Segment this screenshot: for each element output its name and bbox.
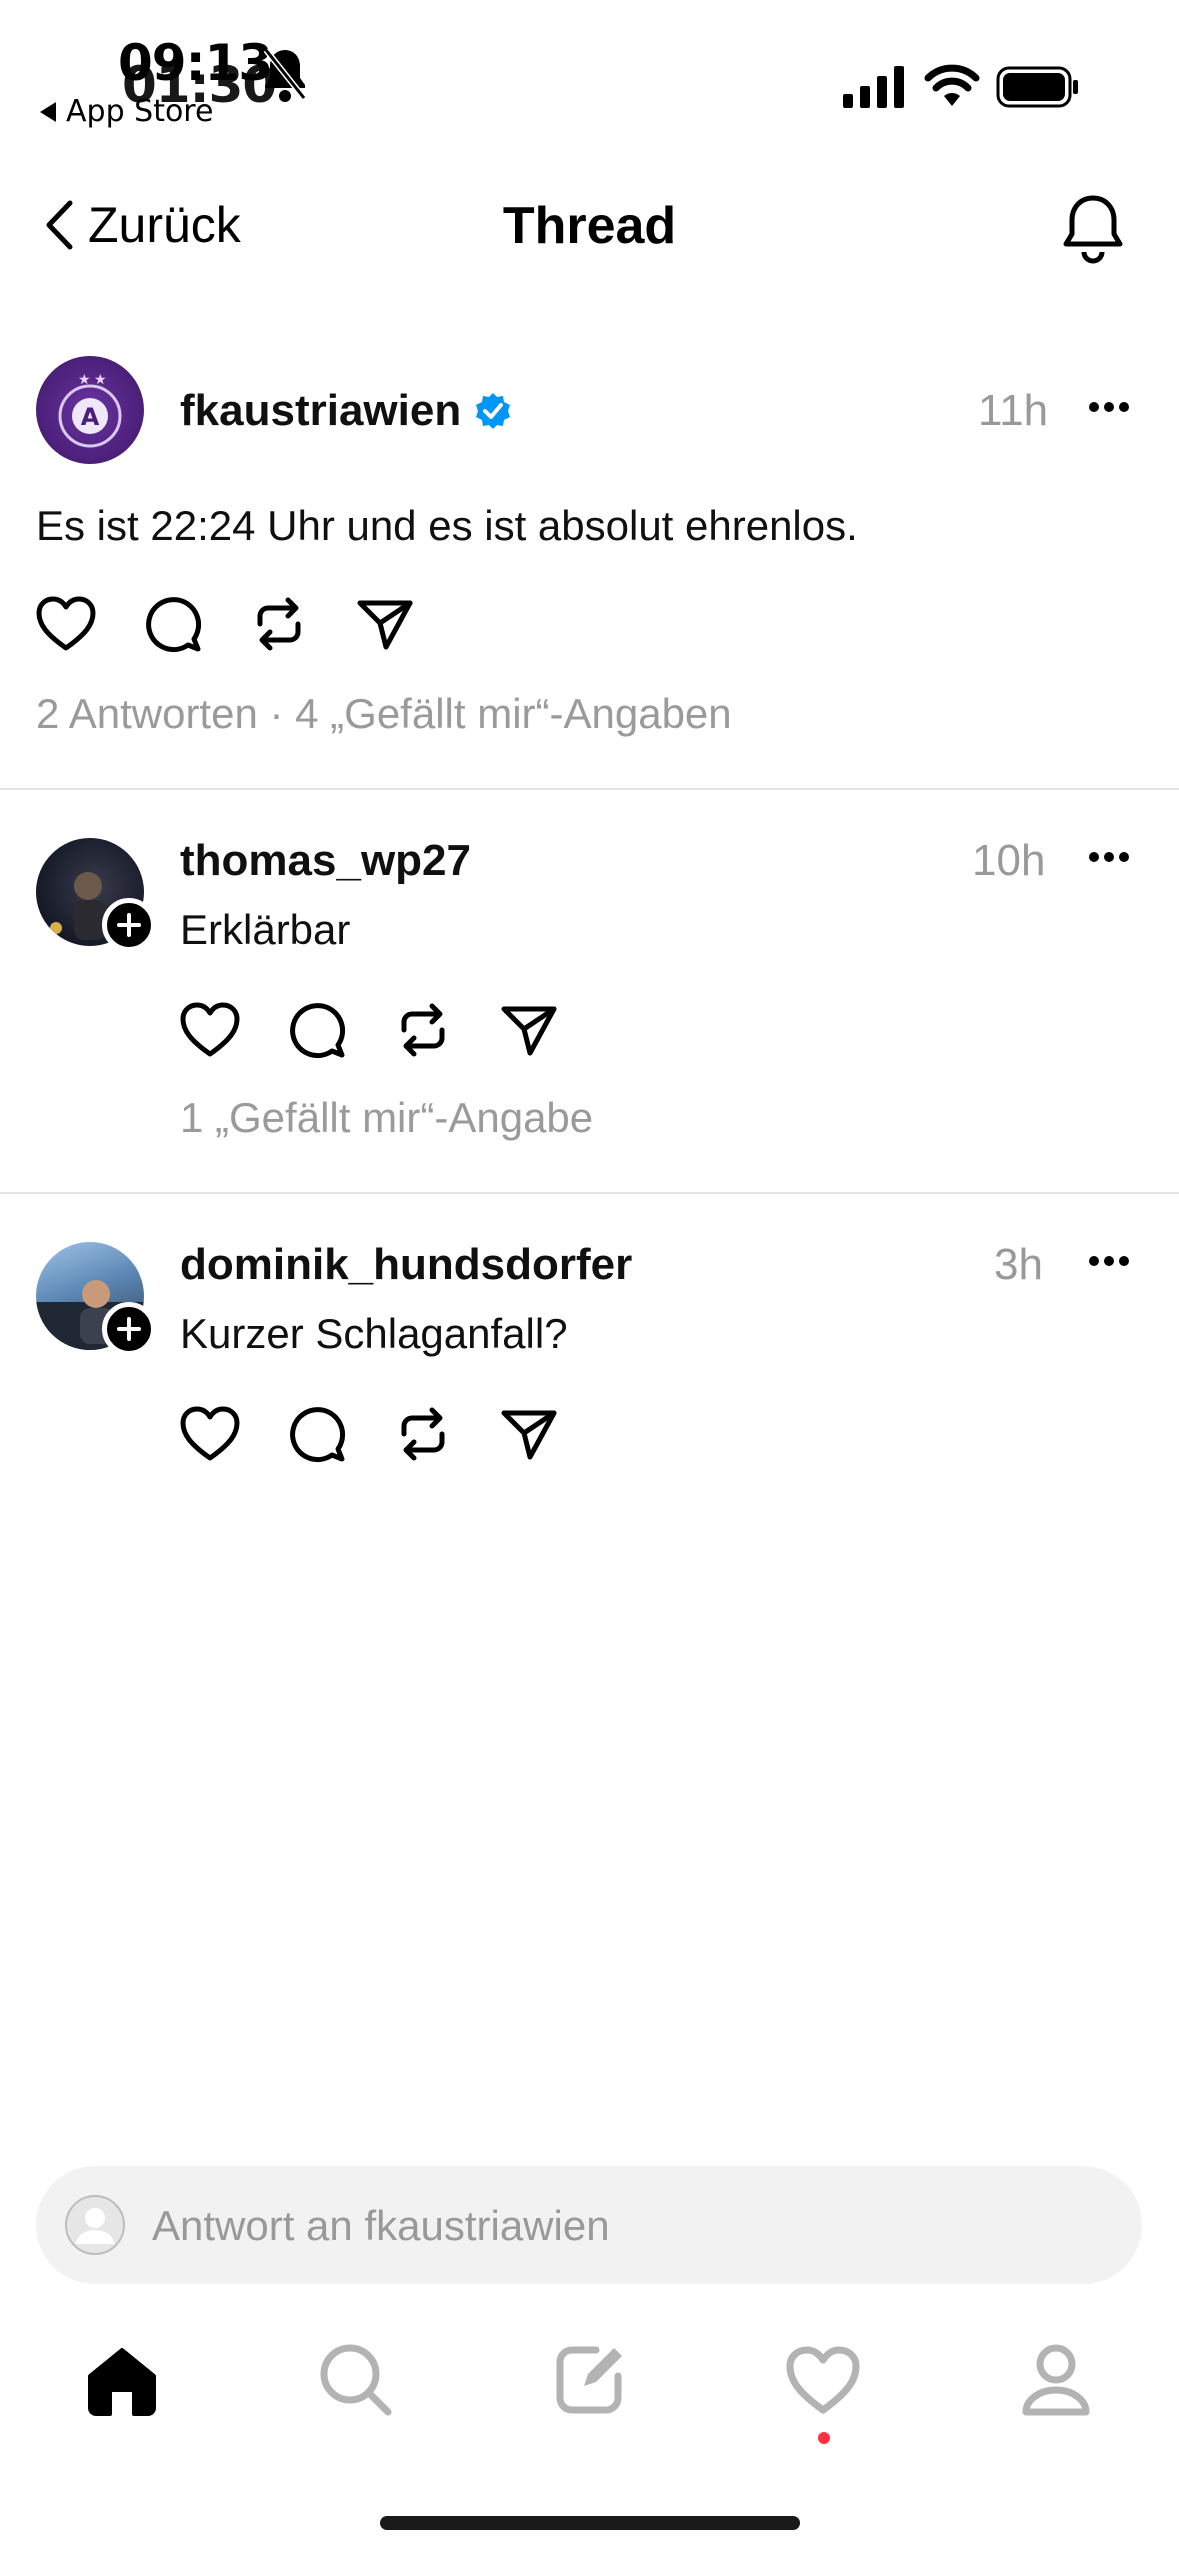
- search-icon[interactable]: [318, 2342, 394, 2418]
- more-options-icon[interactable]: [1088, 850, 1130, 864]
- like-heart-icon[interactable]: [180, 1406, 240, 1462]
- follow-plus-button[interactable]: [102, 1302, 156, 1356]
- repost-icon[interactable]: [394, 1000, 452, 1060]
- share-send-icon[interactable]: [500, 1407, 558, 1461]
- post-text: Es ist 22:24 Uhr und es ist absolut ehre…: [36, 502, 858, 549]
- reply-input-placeholder: Antwort an fkaustriawien: [152, 2202, 610, 2249]
- repost-icon[interactable]: [250, 594, 308, 654]
- reply-time: 10h: [972, 836, 1046, 885]
- avatar-fkaustriawien[interactable]: A ★ ★: [36, 356, 144, 464]
- activity-notification-dot: [818, 2432, 830, 2444]
- post-username[interactable]: fkaustriawien: [180, 386, 461, 436]
- activity-heart-icon[interactable]: [786, 2346, 860, 2416]
- comment-bubble-icon[interactable]: [288, 1405, 346, 1463]
- home-indicator[interactable]: [380, 2516, 800, 2530]
- more-options-icon[interactable]: [1088, 400, 1130, 414]
- follow-plus-button[interactable]: [102, 898, 156, 952]
- user-avatar-placeholder-icon: [64, 2194, 126, 2256]
- share-send-icon[interactable]: [500, 1003, 558, 1057]
- reply-username[interactable]: dominik_hundsdorfer: [180, 1240, 632, 1290]
- svg-text:★: ★: [78, 371, 91, 387]
- notification-bell-icon[interactable]: [1060, 192, 1126, 264]
- divider: [0, 788, 1179, 790]
- comment-bubble-icon[interactable]: [144, 595, 202, 653]
- reply-username[interactable]: thomas_wp27: [180, 836, 471, 886]
- home-icon[interactable]: [84, 2344, 160, 2416]
- svg-text:★: ★: [94, 371, 107, 387]
- reply-text: Kurzer Schlaganfall?: [180, 1310, 568, 1357]
- back-label: Zurück: [88, 197, 241, 253]
- silent-bell-icon: [262, 44, 308, 104]
- compose-icon[interactable]: [554, 2342, 626, 2416]
- signal-icon: [843, 66, 905, 108]
- repost-icon[interactable]: [394, 1404, 452, 1464]
- share-send-icon[interactable]: [356, 597, 414, 651]
- wifi-icon: [924, 64, 980, 108]
- reply-stats[interactable]: 1 „Gefällt mir“-Angabe: [180, 1094, 593, 1142]
- divider: [0, 1192, 1179, 1194]
- profile-icon[interactable]: [1020, 2342, 1092, 2418]
- triangle-left-icon: [38, 101, 58, 123]
- reply-input-bar[interactable]: Antwort an fkaustriawien: [36, 2166, 1142, 2284]
- reply-text: Erklärbar: [180, 906, 351, 953]
- post-time: 11h: [978, 386, 1049, 435]
- comment-bubble-icon[interactable]: [288, 1001, 346, 1059]
- more-options-icon[interactable]: [1088, 1254, 1130, 1268]
- battery-icon: [996, 66, 1080, 108]
- post-stats[interactable]: 2 Antworten · 4 „Gefällt mir“-Angaben: [36, 690, 732, 738]
- reply-time: 3h: [994, 1240, 1043, 1289]
- like-heart-icon[interactable]: [180, 1002, 240, 1058]
- like-heart-icon[interactable]: [36, 596, 96, 652]
- back-to-app-link[interactable]: App Store: [38, 94, 213, 129]
- chevron-left-icon: [44, 199, 74, 251]
- verified-badge-icon: [473, 391, 513, 431]
- back-button[interactable]: Zurück: [44, 196, 241, 254]
- svg-text:A: A: [81, 403, 100, 431]
- back-app-label: App Store: [66, 94, 214, 129]
